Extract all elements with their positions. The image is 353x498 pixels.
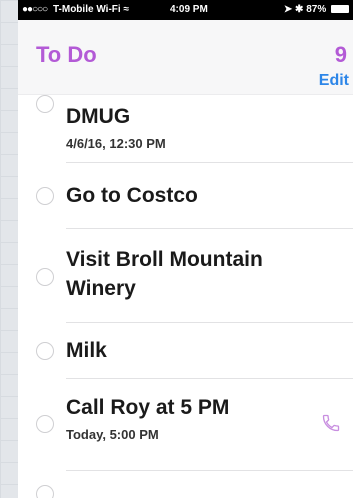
wifi-icon: ≈	[123, 4, 129, 15]
item-date: 4/6/16, 12:30 PM	[66, 136, 166, 151]
item-title: Milk	[66, 339, 107, 362]
battery-percent: 87%	[306, 4, 327, 15]
item-title: Call Roy at 5 PM	[66, 396, 230, 419]
complete-circle-icon[interactable]	[36, 342, 54, 360]
list-header: To Do 9 Edit	[18, 20, 353, 95]
status-time: 4:09 PM	[170, 4, 208, 15]
item-title-line-1: Visit Broll Mountain	[66, 248, 263, 271]
list-item[interactable]: Visit Broll Mountain Winery	[18, 229, 353, 323]
list-item-empty[interactable]	[18, 471, 353, 498]
list-item[interactable]: Milk	[18, 323, 353, 379]
bluetooth-icon: ✱	[295, 4, 304, 15]
complete-circle-icon[interactable]	[36, 187, 54, 205]
complete-circle-icon[interactable]	[36, 95, 54, 113]
reminders-screen: ●●○○○ T-Mobile Wi-Fi ≈ 4:09 PM ➤ ✱ 87% T…	[18, 0, 353, 498]
edit-button[interactable]: Edit	[319, 72, 349, 90]
list-item[interactable]: Call Roy at 5 PM Today, 5:00 PM	[18, 379, 353, 471]
list-item[interactable]: DMUG 4/6/16, 12:30 PM	[18, 95, 353, 163]
complete-circle-icon[interactable]	[36, 485, 54, 498]
complete-circle-icon[interactable]	[36, 415, 54, 433]
complete-circle-icon[interactable]	[36, 268, 54, 286]
reminders-list: DMUG 4/6/16, 12:30 PM Go to Costco Visit…	[18, 95, 353, 498]
status-bar: ●●○○○ T-Mobile Wi-Fi ≈ 4:09 PM ➤ ✱ 87%	[18, 0, 353, 20]
location-arrow-icon: ➤	[283, 4, 293, 15]
list-title[interactable]: To Do	[36, 42, 97, 68]
item-date: Today, 5:00 PM	[66, 427, 159, 442]
list-item[interactable]: Go to Costco	[18, 163, 353, 229]
item-title-line-2: Winery	[66, 277, 136, 300]
item-title: Go to Costco	[66, 184, 198, 207]
item-title: DMUG	[66, 105, 131, 128]
phone-icon[interactable]	[321, 413, 341, 438]
item-count: 9	[334, 42, 347, 67]
signal-dots-icon: ●●○○○	[22, 4, 48, 15]
carrier-label: T-Mobile Wi-Fi	[52, 4, 121, 15]
battery-icon	[331, 5, 349, 13]
